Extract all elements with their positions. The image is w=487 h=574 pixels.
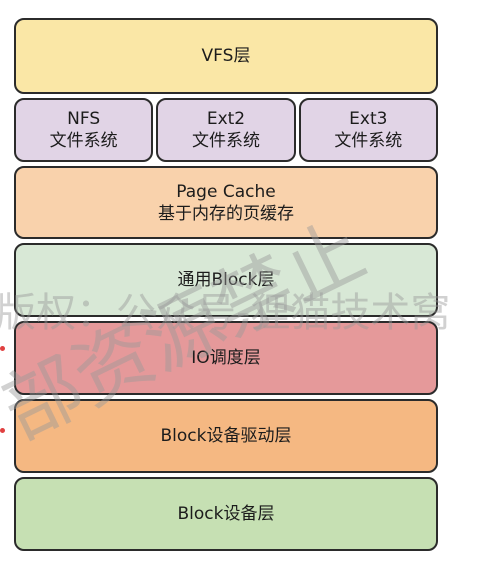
io-scheduler-layer: IO调度层 (14, 321, 438, 395)
generic-block-label: 通用Block层 (177, 270, 275, 290)
page-cache-title: Page Cache (176, 181, 276, 202)
filesystem-ext2-name: Ext2 (206, 109, 246, 129)
vfs-layer-label: VFS层 (201, 46, 251, 66)
io-stack-diagram: VFS层 NFS 文件系统 Ext2 文件系统 Ext3 文件系统 Page C… (14, 18, 438, 551)
generic-block-layer: 通用Block层 (14, 243, 438, 317)
io-scheduler-label: IO调度层 (191, 348, 261, 368)
filesystem-nfs-name: NFS (67, 109, 101, 129)
filesystem-ext3-label: 文件系统 (334, 131, 403, 151)
block-device-layer: Block设备层 (14, 477, 438, 551)
filesystem-ext3-name: Ext3 (349, 109, 388, 129)
edge-mark-top (0, 346, 5, 351)
edge-mark-bottom (0, 428, 5, 433)
filesystem-row: NFS 文件系统 Ext2 文件系统 Ext3 文件系统 (14, 98, 438, 162)
filesystem-ext2-label: 文件系统 (191, 131, 260, 151)
filesystem-nfs: NFS 文件系统 (14, 98, 154, 162)
filesystem-ext2: Ext2 文件系统 (156, 98, 296, 162)
block-driver-layer: Block设备驱动层 (14, 399, 438, 473)
vfs-layer: VFS层 (14, 18, 438, 94)
filesystem-nfs-label: 文件系统 (49, 131, 118, 151)
page-cache-layer: Page Cache 基于内存的页缓存 (14, 166, 438, 239)
block-device-label: Block设备层 (177, 504, 275, 524)
filesystem-ext3: Ext3 文件系统 (298, 98, 438, 162)
page-cache-subtitle: 基于内存的页缓存 (158, 203, 294, 224)
block-driver-label: Block设备驱动层 (160, 426, 292, 446)
